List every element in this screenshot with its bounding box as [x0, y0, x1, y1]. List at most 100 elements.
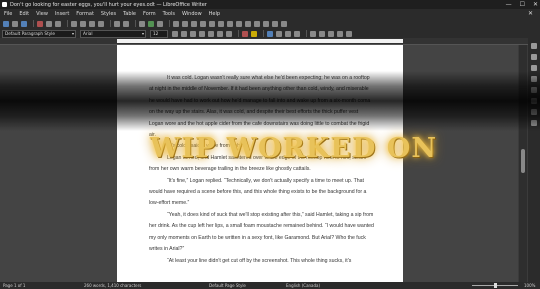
print-preview-icon[interactable] — [55, 20, 61, 27]
line-spacing-icon[interactable] — [346, 30, 352, 37]
formatting-toolbar: Default Paragraph Style ▾ Arial ▾ 12 — [0, 29, 540, 38]
italic-icon[interactable] — [181, 30, 187, 37]
indent-icon[interactable] — [328, 30, 334, 37]
toolbar-separator — [263, 30, 264, 37]
insert-table-icon[interactable] — [173, 20, 179, 27]
insert-field-icon[interactable] — [218, 20, 224, 27]
insert-chart-icon[interactable] — [191, 20, 197, 27]
writer-app-icon — [2, 2, 7, 7]
page-count[interactable]: Page 1 of 1 — [3, 283, 25, 288]
menu-styles[interactable]: Styles — [101, 11, 116, 17]
chevron-down-icon: ▾ — [71, 30, 74, 36]
cut-icon[interactable] — [71, 20, 77, 27]
save-icon[interactable] — [21, 20, 27, 27]
overlay-banner-text: WIP WORKED ON — [150, 133, 437, 164]
page-style[interactable]: Default Page Style — [209, 283, 246, 288]
open-icon[interactable] — [12, 20, 18, 27]
font-size-combo[interactable]: 12 — [150, 29, 168, 38]
paragraph-style-value: Default Paragraph Style — [5, 30, 55, 36]
menu-insert[interactable]: Insert — [55, 11, 69, 17]
properties-icon[interactable] — [531, 54, 537, 60]
copy-icon[interactable] — [80, 20, 86, 27]
toolbar-separator — [306, 30, 307, 37]
menu-bar: File Edit View Insert Format Styles Tabl… — [0, 9, 540, 18]
window-controls: — ☐ ✕ — [506, 1, 538, 8]
toolbar-separator — [135, 20, 136, 27]
close-icon[interactable]: ✕ — [533, 1, 538, 8]
line-icon[interactable] — [272, 20, 278, 27]
toolbar-separator — [67, 20, 68, 27]
sidebar-menu-icon[interactable] — [531, 43, 537, 49]
new-document-icon[interactable] — [3, 20, 9, 27]
menu-file[interactable]: File — [4, 11, 12, 17]
chevron-down-icon: ▾ — [141, 30, 144, 36]
overlay-banner-shadow — [0, 71, 540, 131]
subscript-icon[interactable] — [217, 30, 223, 37]
underline-icon[interactable] — [190, 30, 196, 37]
clone-formatting-icon[interactable] — [98, 20, 104, 27]
minimize-icon[interactable]: — — [506, 1, 512, 8]
maximize-icon[interactable]: ☐ — [520, 1, 525, 8]
title-bar: Don't go looking for easter eggs, you'll… — [0, 0, 540, 9]
close-document-icon[interactable]: ✕ — [528, 10, 533, 17]
menu-form[interactable]: Form — [143, 11, 156, 17]
zoom-level[interactable]: 100% — [524, 283, 535, 288]
zoom-slider-knob[interactable] — [494, 283, 497, 288]
print-icon[interactable] — [46, 20, 52, 27]
insert-image-icon[interactable] — [182, 20, 188, 27]
paragraph: “At least your line didn't get cut off b… — [167, 257, 352, 264]
highlight-color-icon[interactable] — [251, 30, 257, 37]
spelling-icon[interactable] — [148, 20, 154, 27]
align-right-icon[interactable] — [285, 30, 291, 37]
undo-icon[interactable] — [114, 20, 120, 27]
outdent-icon[interactable] — [337, 30, 343, 37]
align-left-icon[interactable] — [267, 30, 273, 37]
status-bar: Page 1 of 1 260 words, 1,410 characters … — [0, 282, 540, 289]
formatting-marks-icon[interactable] — [157, 20, 163, 27]
justify-icon[interactable] — [294, 30, 300, 37]
standard-toolbar — [0, 18, 540, 29]
align-center-icon[interactable] — [276, 30, 282, 37]
word-count[interactable]: 260 words, 1,410 characters — [84, 283, 141, 288]
track-changes-icon[interactable] — [263, 20, 269, 27]
clear-formatting-icon[interactable] — [226, 30, 232, 37]
paragraph: “It's fine,” Logan replied. “Technically… — [149, 177, 367, 207]
menu-edit[interactable]: Edit — [19, 11, 29, 17]
paragraph-style-combo[interactable]: Default Paragraph Style ▾ — [2, 29, 76, 38]
footnote-icon[interactable] — [245, 20, 251, 27]
page-break-icon[interactable] — [209, 20, 215, 27]
menu-format[interactable]: Format — [76, 11, 94, 17]
font-size-value: 12 — [153, 30, 159, 36]
comment-icon[interactable] — [254, 20, 260, 27]
font-color-icon[interactable] — [242, 30, 248, 37]
menu-help[interactable]: Help — [209, 11, 220, 17]
window-title: Don't go looking for easter eggs, you'll… — [10, 1, 207, 8]
menu-table[interactable]: Table — [123, 11, 136, 17]
scrollbar-thumb[interactable] — [521, 149, 525, 173]
redo-icon[interactable] — [123, 20, 129, 27]
strikethrough-icon[interactable] — [199, 30, 205, 37]
numbered-list-icon[interactable] — [319, 30, 325, 37]
toolbar-separator — [110, 20, 111, 27]
language[interactable]: English (Canada) — [286, 283, 320, 288]
bullet-list-icon[interactable] — [310, 30, 316, 37]
export-pdf-icon[interactable] — [37, 20, 43, 27]
menu-tools[interactable]: Tools — [163, 11, 175, 17]
special-character-icon[interactable] — [227, 20, 233, 27]
toolbar-separator — [33, 20, 34, 27]
basic-shapes-icon[interactable] — [281, 20, 287, 27]
ruler-page-area — [117, 39, 403, 43]
paragraph: “Yeah, it does kind of suck that we'll s… — [149, 211, 374, 253]
insert-textbox-icon[interactable] — [200, 20, 206, 27]
font-name-combo[interactable]: Arial ▾ — [80, 29, 146, 38]
horizontal-ruler[interactable] — [0, 38, 540, 45]
menu-view[interactable]: View — [36, 11, 48, 17]
toolbar-separator — [169, 20, 170, 27]
find-replace-icon[interactable] — [139, 20, 145, 27]
paste-icon[interactable] — [89, 20, 95, 27]
hyperlink-icon[interactable] — [236, 20, 242, 27]
superscript-icon[interactable] — [208, 30, 214, 37]
font-name-value: Arial — [83, 30, 93, 36]
bold-icon[interactable] — [172, 30, 178, 37]
menu-window[interactable]: Window — [182, 11, 202, 17]
